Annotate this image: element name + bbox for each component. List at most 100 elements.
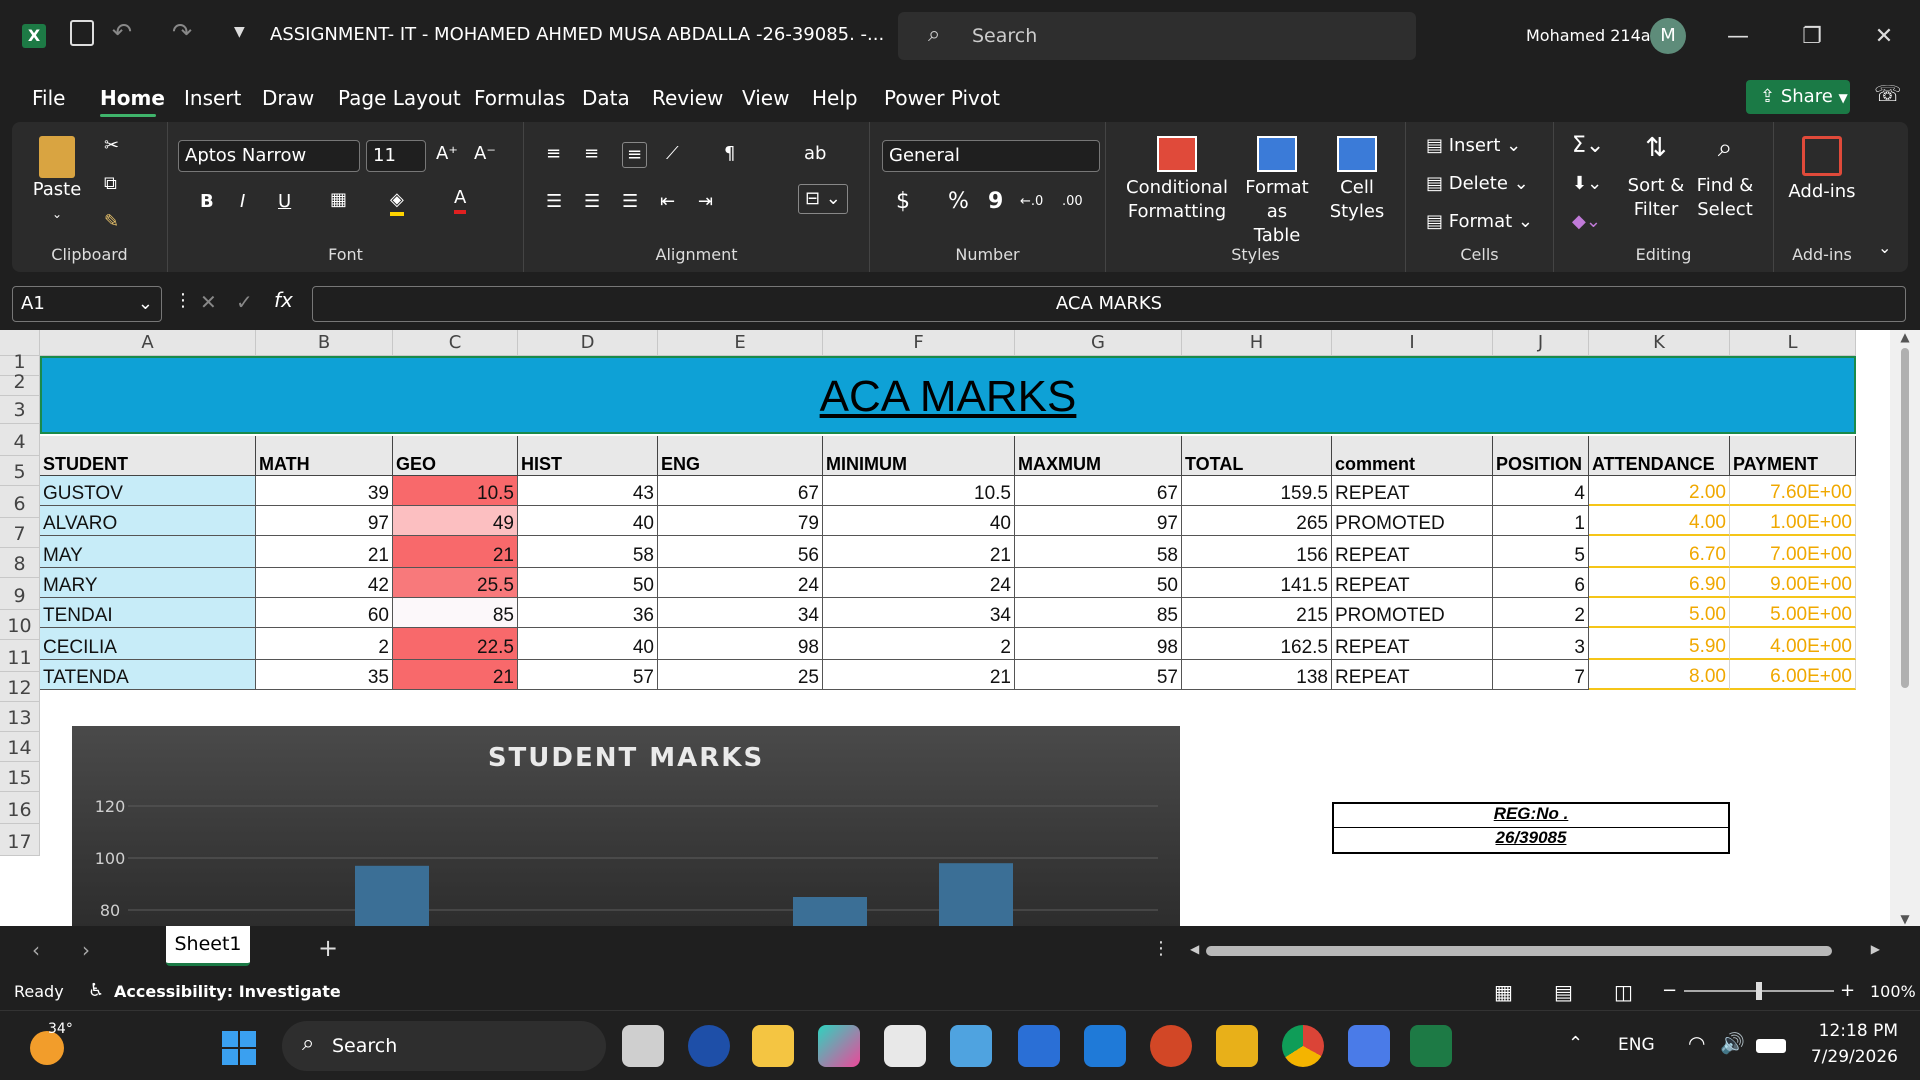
data-cell[interactable]: REPEAT — [1332, 568, 1493, 598]
data-cell[interactable]: 5.00 — [1589, 598, 1730, 628]
row-header[interactable]: 7 — [0, 518, 40, 548]
zoom-in-icon[interactable]: + — [1840, 980, 1855, 1001]
data-cell[interactable]: 21 — [823, 536, 1015, 568]
format-painter-icon[interactable]: ✎ — [104, 210, 119, 234]
row-header[interactable]: 10 — [0, 610, 40, 640]
chrome-icon[interactable] — [1282, 1025, 1324, 1067]
header-cell[interactable]: PAYMENT — [1730, 436, 1856, 476]
tray-chevron-icon[interactable]: ⌃ — [1568, 1033, 1583, 1054]
data-cell[interactable]: 97 — [1015, 506, 1182, 536]
vertical-scrollbar[interactable]: ▲ ▼ — [1890, 330, 1920, 926]
tab-file[interactable]: File — [32, 86, 65, 110]
conditional-formatting-button[interactable]: Conditional Formatting — [1122, 136, 1232, 224]
data-cell[interactable]: REPEAT — [1332, 628, 1493, 660]
data-cell[interactable]: 6.90 — [1589, 568, 1730, 598]
accessibility-status[interactable]: Accessibility: Investigate — [114, 982, 341, 1001]
add-sheet-icon[interactable]: + — [318, 934, 338, 962]
data-cell[interactable]: 40 — [518, 506, 658, 536]
data-cell[interactable]: 42 — [256, 568, 393, 598]
page-break-view-icon[interactable]: ◫ — [1614, 980, 1633, 1004]
data-cell[interactable]: 4 — [1493, 476, 1589, 506]
data-cell[interactable]: 98 — [1015, 628, 1182, 660]
data-cell[interactable]: 7 — [1493, 660, 1589, 690]
data-cell[interactable]: 5.90 — [1589, 628, 1730, 660]
powerpoint-icon[interactable] — [1150, 1025, 1192, 1067]
row-header[interactable]: 15 — [0, 762, 40, 792]
student-name-cell[interactable]: TENDAI — [40, 598, 256, 628]
tab-power-pivot[interactable]: Power Pivot — [884, 86, 1000, 110]
data-cell[interactable]: 35 — [256, 660, 393, 690]
header-cell[interactable]: MATH — [256, 436, 393, 476]
redo-icon[interactable]: ↷ — [172, 18, 192, 46]
hscroll-right-icon[interactable]: ▶ — [1871, 942, 1880, 956]
horizontal-scrollbar[interactable]: ◀ ▶ — [1190, 942, 1880, 958]
bold-button[interactable]: B — [200, 190, 214, 214]
format-cells-button[interactable]: ▤ Format ⌄ — [1426, 210, 1533, 234]
header-cell[interactable]: TOTAL — [1182, 436, 1332, 476]
column-header[interactable]: K — [1589, 330, 1730, 356]
header-cell[interactable]: ENG — [658, 436, 823, 476]
avatar[interactable]: M — [1650, 18, 1686, 54]
row-header[interactable]: 16 — [0, 792, 40, 824]
percent-button[interactable]: % — [948, 190, 969, 214]
spreadsheet-grid[interactable]: ABCDEFGHIJKL 1 2 3 4 5 6 7 8 9 10 11 12 13 14 15 16 17 A… — [0, 330, 1920, 926]
save-icon[interactable] — [70, 20, 94, 46]
gemini-icon[interactable] — [1348, 1025, 1390, 1067]
increase-decimal-icon[interactable]: ←.0 — [1020, 190, 1043, 214]
student-name-cell[interactable]: MARY — [40, 568, 256, 598]
data-cell[interactable]: 24 — [658, 568, 823, 598]
close-icon[interactable]: ✕ — [1862, 14, 1906, 58]
data-cell[interactable]: 58 — [518, 536, 658, 568]
insert-function-icon[interactable]: fx — [274, 288, 293, 312]
scroll-up-icon[interactable]: ▲ — [1890, 330, 1920, 344]
currency-button[interactable]: $ — [896, 190, 910, 214]
student-name-cell[interactable]: ALVARO — [40, 506, 256, 536]
prev-sheet-icon[interactable]: ‹ — [32, 938, 40, 962]
bottom-align-icon[interactable]: ≡ — [622, 142, 648, 168]
data-cell[interactable]: 67 — [658, 476, 823, 506]
taskbar-search[interactable]: ⌕ Search — [282, 1021, 606, 1071]
language-indicator[interactable]: ENG — [1618, 1035, 1655, 1055]
data-cell[interactable]: 34 — [823, 598, 1015, 628]
row-header[interactable]: 8 — [0, 548, 40, 578]
data-cell[interactable]: 215 — [1182, 598, 1332, 628]
increase-font-icon[interactable]: A⁺ — [436, 142, 458, 166]
clear-icon[interactable]: ◆⌄ — [1572, 210, 1601, 234]
volume-icon[interactable]: 🔊 — [1720, 1031, 1745, 1055]
row-header[interactable]: 17 — [0, 824, 40, 856]
cell-styles-button[interactable]: Cell Styles — [1322, 136, 1392, 224]
data-cell[interactable]: 10.5 — [823, 476, 1015, 506]
chart-bar[interactable] — [939, 863, 1013, 926]
tab-formulas[interactable]: Formulas — [474, 86, 565, 110]
scroll-down-icon[interactable]: ▼ — [1890, 912, 1920, 926]
zoom-slider[interactable] — [1684, 982, 1834, 1000]
title-cell[interactable]: ACA MARKS — [40, 356, 1856, 434]
chart-bar[interactable] — [793, 897, 867, 926]
data-cell[interactable]: 4.00 — [1589, 506, 1730, 536]
align-right-icon[interactable]: ☰ — [622, 190, 638, 214]
cut-icon[interactable]: ✂ — [104, 134, 119, 158]
horizontal-scroll-thumb[interactable] — [1206, 946, 1832, 956]
search-box[interactable]: ⌕ Search — [898, 12, 1416, 60]
data-cell[interactable]: 1.00E+00 — [1730, 506, 1856, 536]
underline-button[interactable]: U — [278, 190, 291, 214]
data-cell[interactable]: 7.60E+00 — [1730, 476, 1856, 506]
font-color-icon[interactable]: A — [454, 186, 467, 214]
zoom-out-icon[interactable]: − — [1662, 980, 1677, 1001]
normal-view-icon[interactable]: ▦ — [1494, 980, 1513, 1004]
row-header[interactable]: 13 — [0, 702, 40, 732]
column-header[interactable]: E — [658, 330, 823, 356]
battery-icon[interactable] — [1756, 1039, 1786, 1053]
data-cell[interactable]: 85 — [393, 598, 518, 628]
font-name-select[interactable]: Aptos Narrow — [178, 140, 360, 172]
align-left-icon[interactable]: ☰ — [546, 190, 562, 214]
data-cell[interactable]: 156 — [1182, 536, 1332, 568]
format-as-table-button[interactable]: Format as Table — [1234, 136, 1320, 248]
data-cell[interactable]: 10.5 — [393, 476, 518, 506]
start-icon[interactable] — [222, 1031, 256, 1065]
tab-insert[interactable]: Insert — [184, 86, 241, 110]
data-cell[interactable]: 8.00 — [1589, 660, 1730, 690]
row-header[interactable]: 4 — [0, 424, 40, 456]
data-cell[interactable]: 50 — [1015, 568, 1182, 598]
data-cell[interactable]: 2 — [823, 628, 1015, 660]
